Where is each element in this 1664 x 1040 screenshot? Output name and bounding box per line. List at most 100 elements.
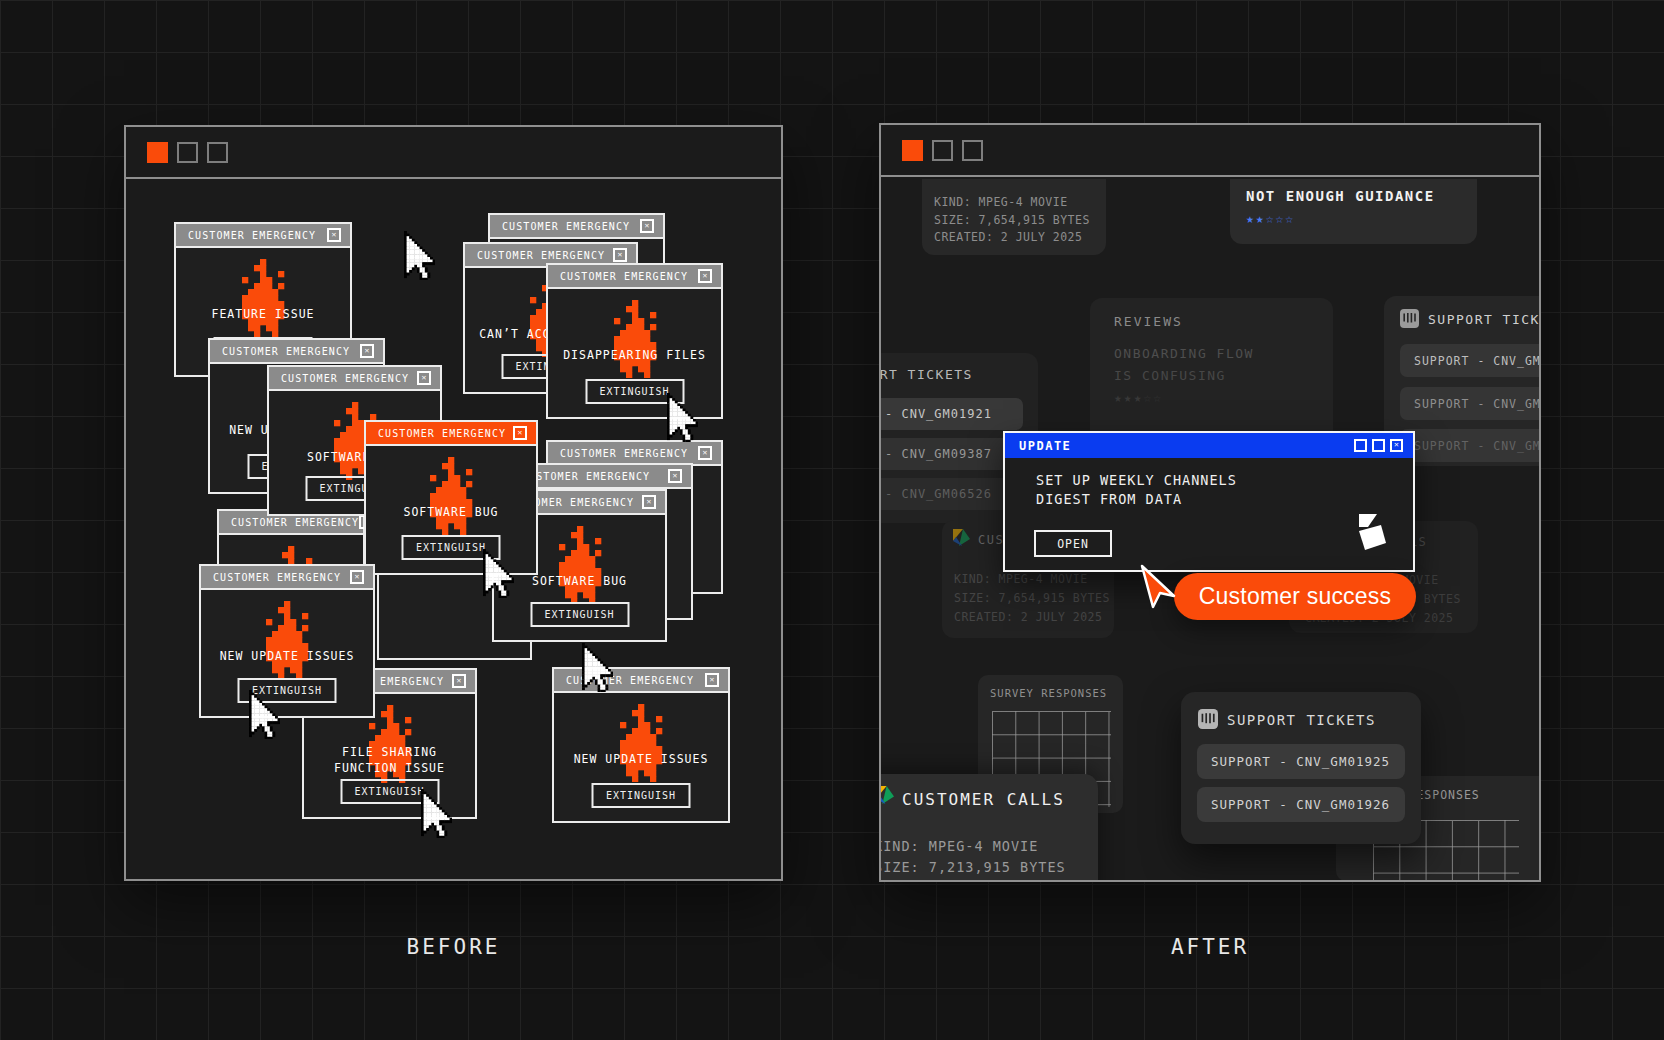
page: CUSTOMER EMERGENCY ✕ EXTINGUISH CUSTOMER EM… bbox=[0, 0, 1664, 1040]
reviews-card: REVIEWS ONBOARDING FLOW IS CONFUSING ★★★… bbox=[1090, 298, 1333, 448]
close-icon[interactable]: ✕ bbox=[360, 344, 374, 358]
dialog-title: CUSTOMER EMERGENCY bbox=[560, 448, 688, 459]
ticket-row[interactable]: SUPPORT - CNV_GM01921 bbox=[1400, 344, 1539, 377]
video-file-icon bbox=[881, 786, 894, 804]
after-window-titlebar[interactable] bbox=[881, 125, 1539, 177]
review-line-2: IS CONFUSING bbox=[1114, 368, 1226, 383]
customer-calls-title: CUSTOMER CALLS bbox=[902, 790, 1065, 809]
flame-icon bbox=[260, 601, 314, 683]
meta-kind: KIND: MPEG-4 MOVIE bbox=[934, 194, 1106, 212]
before-label: BEFORE bbox=[124, 935, 783, 959]
dialog-title: CUSTOMER EMERGENCY bbox=[560, 271, 688, 282]
window-control-maximize[interactable] bbox=[962, 140, 983, 161]
update-window: UPDATE ✕ SET UP WEEKLY CHANNELS DIGEST F… bbox=[1003, 431, 1415, 572]
update-window-body: SET UP WEEKLY CHANNELS DIGEST FROM DATA … bbox=[1005, 458, 1413, 570]
dialog-label: SOFTWARE BUG bbox=[494, 573, 665, 589]
after-label: AFTER bbox=[879, 935, 1541, 959]
dialog-title: CUSTOMER EMERGENCY bbox=[477, 250, 605, 261]
ticket-row[interactable]: - CNV_GM06526 bbox=[881, 478, 1023, 510]
ticket-row[interactable]: SUPPORT - CNV_GM09387 bbox=[1400, 387, 1539, 420]
dialog-titlebar[interactable]: CUSTOMER EMERGENCY ✕ bbox=[176, 224, 350, 248]
customer-success-pill[interactable]: Customer success bbox=[1174, 573, 1416, 620]
meta-kind: KIND: MPEG-4 MOVIE bbox=[881, 836, 1066, 857]
customer-success-label: Customer success bbox=[1199, 583, 1391, 610]
dialog-titlebar[interactable]: CUSTOMER EMERGENCY ✕ bbox=[269, 367, 440, 391]
video-file-icon bbox=[953, 529, 970, 546]
intercom-icon bbox=[1400, 309, 1419, 328]
close-icon[interactable]: ✕ bbox=[513, 426, 527, 440]
dialog-title: CUSTOMER EMERGENCY bbox=[188, 230, 316, 241]
extinguish-button[interactable]: EXTINGUISH bbox=[592, 783, 691, 808]
close-icon[interactable]: ✕ bbox=[613, 248, 627, 262]
window-maximize-button[interactable] bbox=[1372, 439, 1385, 452]
window-control-minimize[interactable] bbox=[932, 140, 953, 161]
ticket-row[interactable]: SUPPORT - CNV_GM01926 bbox=[1197, 787, 1405, 822]
star-rating: ★★★☆☆ bbox=[1114, 390, 1163, 405]
close-icon[interactable]: ✕ bbox=[698, 269, 712, 283]
dialog-title: CUSTOMER EMERGENCY bbox=[502, 221, 630, 232]
dialog-label: SOFTWARE BUG bbox=[366, 504, 536, 520]
before-window-titlebar[interactable] bbox=[126, 127, 781, 179]
dialog-titlebar[interactable]: CUSTOMER EMERGENCY✕ bbox=[201, 566, 373, 590]
close-icon[interactable]: ✕ bbox=[698, 446, 712, 460]
dialog-label: FILE SHARING FUNCTION ISSUE bbox=[304, 744, 475, 776]
close-icon[interactable]: ✕ bbox=[668, 469, 682, 483]
extinguish-button[interactable]: EXTINGUISH bbox=[530, 602, 629, 627]
cursor-arrow-icon bbox=[249, 690, 280, 743]
update-line-1: SET UP WEEKLY CHANNELS bbox=[1036, 472, 1237, 488]
close-icon[interactable]: ✕ bbox=[327, 228, 341, 242]
before-window-content: CUSTOMER EMERGENCY ✕ EXTINGUISH CUSTOMER EM… bbox=[126, 181, 781, 879]
close-icon[interactable]: ✕ bbox=[350, 570, 364, 584]
close-icon[interactable]: ✕ bbox=[417, 371, 431, 385]
update-line-2: DIGEST FROM DATA bbox=[1036, 491, 1182, 507]
dialog-titlebar[interactable]: CUSTOMER EMERGENCY ✕ bbox=[490, 215, 663, 239]
meta-created: CREATED: 2 JULY 2025 bbox=[954, 608, 1110, 627]
dialog-titlebar[interactable]: CUSTOMER EMERGENCY✕ bbox=[554, 669, 728, 693]
ticket-row[interactable]: - CNV_GM09387 bbox=[881, 438, 1023, 470]
review-line-1: ONBOARDING FLOW bbox=[1114, 346, 1254, 361]
meta-created: CREATED: 2 JULY 2025 bbox=[881, 878, 1066, 880]
close-icon[interactable]: ✕ bbox=[642, 495, 656, 509]
guidance-title: NOT ENOUGH GUIDANCE bbox=[1246, 188, 1477, 204]
meta-size: SIZE: 7,654,915 BYTES bbox=[954, 589, 1110, 608]
meta-created: CREATED: 2 JULY 2025 bbox=[934, 229, 1106, 247]
dialog-titlebar[interactable]: CUSTOMER EMERGENCY ✕ bbox=[366, 422, 536, 446]
window-control-minimize[interactable] bbox=[177, 142, 198, 163]
customer-calls-card: CUSTOMER CALLS KIND: MPEG-4 MOVIE SIZE: … bbox=[881, 774, 1098, 880]
support-tickets-title: SUPPORT TICKETS bbox=[1428, 312, 1539, 327]
window-close-button[interactable]: ✕ bbox=[1390, 439, 1403, 452]
cursor-arrow-icon bbox=[421, 789, 452, 842]
dialog-titlebar[interactable]: CUSTOMER EMERGENCY ✕ bbox=[548, 265, 721, 289]
dialog-title: CUSTOMER EMERGENCY bbox=[281, 373, 409, 384]
update-window-titlebar[interactable]: UPDATE ✕ bbox=[1005, 433, 1413, 458]
ticket-row[interactable]: SUPPORT - CNV_GM06526 bbox=[1400, 429, 1539, 462]
dialog-title: CUSTOMER EMERGENCY bbox=[378, 428, 506, 439]
close-icon[interactable]: ✕ bbox=[705, 673, 719, 687]
close-icon[interactable]: ✕ bbox=[452, 674, 466, 688]
after-window-content: KIND: MPEG-4 MOVIE SIZE: 7,654,915 BYTES… bbox=[881, 179, 1539, 880]
window-control-maximize[interactable] bbox=[207, 142, 228, 163]
support-tickets-title: SUPPORT TICKETS bbox=[1227, 712, 1376, 728]
meta-size: SIZE: 7,654,915 BYTES bbox=[934, 212, 1106, 230]
ticket-row[interactable]: - CNV_GM01921 bbox=[881, 398, 1023, 430]
guidance-review-card: NOT ENOUGH GUIDANCE ★★☆☆☆ bbox=[1230, 179, 1477, 244]
cursor-arrow-icon bbox=[667, 393, 698, 446]
update-window-title: UPDATE bbox=[1019, 439, 1071, 453]
open-button[interactable]: OPEN bbox=[1034, 530, 1112, 557]
orange-cursor-icon bbox=[1139, 563, 1181, 611]
flame-icon bbox=[553, 526, 607, 608]
survey-responses-title: SURVEY RESPONSES bbox=[990, 687, 1107, 699]
ticket-row[interactable]: SUPPORT - CNV_GM01925 bbox=[1197, 744, 1405, 779]
dialog-titlebar[interactable]: CUSTOMER EMERGENCY✕ bbox=[210, 340, 383, 364]
window-minimize-button[interactable] bbox=[1354, 439, 1367, 452]
flame-icon bbox=[424, 457, 478, 539]
meta-size: SIZE: 7,213,915 BYTES bbox=[881, 857, 1066, 878]
window-control-close[interactable] bbox=[902, 140, 923, 161]
close-icon[interactable]: ✕ bbox=[640, 219, 654, 233]
dialog-new-update-left: CUSTOMER EMERGENCY✕NEW UPDATE ISSUESEXTI… bbox=[199, 564, 375, 718]
after-window: KIND: MPEG-4 MOVIE SIZE: 7,654,915 BYTES… bbox=[879, 123, 1541, 882]
support-tickets-title: SUPPORT TICKETS bbox=[881, 367, 973, 382]
window-control-close[interactable] bbox=[147, 142, 168, 163]
flame-icon bbox=[236, 259, 290, 341]
intercom-icon bbox=[1198, 709, 1218, 729]
